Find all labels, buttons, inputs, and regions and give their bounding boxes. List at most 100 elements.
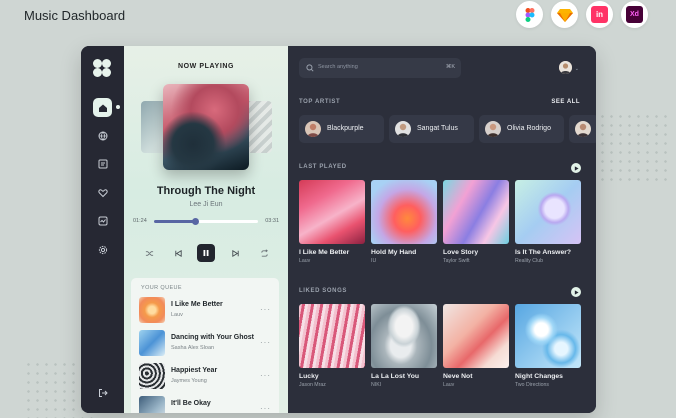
playlist-icon (98, 159, 107, 168)
nav-settings[interactable] (93, 240, 112, 259)
decorative-dots (598, 112, 668, 182)
see-all-link[interactable]: SEE ALL (551, 99, 580, 105)
nav-rail (81, 46, 124, 413)
nav-favorites[interactable] (93, 183, 112, 202)
album-art (443, 304, 509, 368)
time-total: 03:31 (265, 218, 279, 224)
album-art (299, 304, 365, 368)
search-icon (306, 64, 314, 72)
logout-icon (98, 388, 108, 397)
search-shortcut: ⌘K (445, 64, 455, 70)
album-art (515, 304, 581, 368)
queue-item[interactable]: I Like Me Better Lauv ··· (139, 297, 275, 323)
artist-chip[interactable] (569, 115, 596, 143)
album-artist: Jason Mraz (299, 382, 326, 388)
more-options-icon[interactable]: ··· (260, 404, 271, 413)
queue-item-title: Happiest Year (171, 367, 218, 374)
previous-button[interactable] (169, 244, 187, 262)
album-card[interactable]: La La Lost You NIKI (371, 304, 437, 388)
artist-name: Sangat Tulus (417, 125, 458, 132)
queue-thumbnail (139, 330, 165, 356)
album-artist: IU (371, 258, 377, 264)
album-artist: Reality Club (515, 258, 543, 264)
xd-icon: Xd (621, 1, 648, 28)
album-artist: Two Directions (515, 382, 550, 388)
main-content: Search anything ⌘K ⌄ TOP ARTIST SEE ALL … (288, 46, 596, 413)
queue-item[interactable]: Happiest Year Jaymes Young ··· (139, 363, 275, 389)
nav-home[interactable] (93, 98, 112, 117)
time-current: 01:24 (133, 218, 147, 224)
album-title: Love Story (443, 249, 479, 256)
album-card[interactable]: Lucky Jason Mraz (299, 304, 365, 388)
play-all-button[interactable] (571, 163, 581, 173)
album-title: I Like Me Better (299, 249, 350, 256)
album-title: Lucky (299, 373, 319, 380)
search-placeholder: Search anything (318, 64, 358, 70)
progress-slider[interactable] (154, 218, 258, 225)
shuffle-icon (145, 250, 153, 256)
album-card[interactable]: Hold My Hand IU (371, 180, 437, 264)
more-options-icon[interactable]: ··· (260, 371, 271, 380)
page-title: Music Dashboard (24, 8, 126, 23)
next-button[interactable] (226, 244, 244, 262)
pause-icon (203, 250, 209, 256)
repeat-icon (260, 248, 268, 257)
artist-name: Blackpurple (327, 125, 364, 132)
heart-icon (97, 188, 108, 197)
queue-panel: YOUR QUEUE I Like Me Better Lauv ··· Dan… (131, 278, 279, 413)
nav-library[interactable] (93, 154, 112, 173)
artist-chip[interactable]: Sangat Tulus (389, 115, 474, 143)
album-artist: Lauv (299, 258, 311, 264)
user-avatar[interactable] (559, 61, 572, 74)
chevron-down-icon[interactable]: ⌄ (575, 66, 579, 72)
album-art (299, 180, 365, 244)
progress-fill (154, 220, 196, 223)
queue-thumbnail (139, 396, 165, 413)
album-art (371, 180, 437, 244)
active-indicator (116, 105, 120, 109)
album-card[interactable]: Night Changes Two Directions (515, 304, 581, 388)
album-art (371, 304, 437, 368)
nav-stats[interactable] (93, 211, 112, 230)
album-card[interactable]: Love Story Taylor Swift (443, 180, 509, 264)
play-icon (574, 289, 579, 295)
progress-knob[interactable] (192, 218, 200, 225)
album-art (515, 180, 581, 244)
album-cover (163, 84, 249, 170)
home-icon (98, 104, 107, 112)
album-artist: Taylor Swift (443, 258, 470, 264)
nav-explore[interactable] (93, 126, 112, 145)
logout-button[interactable] (93, 383, 112, 402)
artist-avatar (485, 121, 501, 137)
app-logo-icon (92, 58, 112, 78)
chart-icon (98, 216, 107, 225)
queue-label: YOUR QUEUE (141, 285, 182, 291)
repeat-button[interactable] (255, 244, 273, 262)
more-options-icon[interactable]: ··· (260, 305, 271, 314)
album-card[interactable]: Neve Not Lauv (443, 304, 509, 388)
artist-avatar (305, 121, 321, 137)
queue-thumbnail (139, 363, 165, 389)
queue-item[interactable]: It'll Be Okay ··· (139, 396, 275, 413)
album-title: Neve Not (443, 373, 473, 380)
album-title: Hold My Hand (371, 249, 417, 256)
album-artist: NIKI (371, 382, 382, 388)
tool-icons: in Xd (516, 1, 648, 28)
last-played-label: LAST PLAYED (299, 164, 347, 170)
pause-button[interactable] (197, 244, 215, 262)
artist-chip[interactable]: Olivia Rodrigo (479, 115, 564, 143)
queue-thumbnail (139, 297, 165, 323)
artist-avatar (575, 121, 591, 137)
artist-chip[interactable]: Blackpurple (299, 115, 384, 143)
shuffle-button[interactable] (140, 244, 158, 262)
more-options-icon[interactable]: ··· (260, 338, 271, 347)
queue-item-artist: Lauv (171, 312, 183, 318)
search-input[interactable]: Search anything ⌘K (299, 58, 461, 78)
invision-label: in (591, 6, 608, 23)
queue-item[interactable]: Dancing with Your Ghost Sasha Alex Sloan… (139, 330, 275, 356)
album-card[interactable]: I Like Me Better Lauv (299, 180, 365, 264)
now-playing-panel: NOW PLAYING Through The Night Lee Ji Eun… (124, 46, 288, 413)
play-liked-button[interactable] (571, 287, 581, 297)
album-card[interactable]: Is It The Answer? Reality Club (515, 180, 581, 264)
globe-icon (98, 131, 107, 140)
